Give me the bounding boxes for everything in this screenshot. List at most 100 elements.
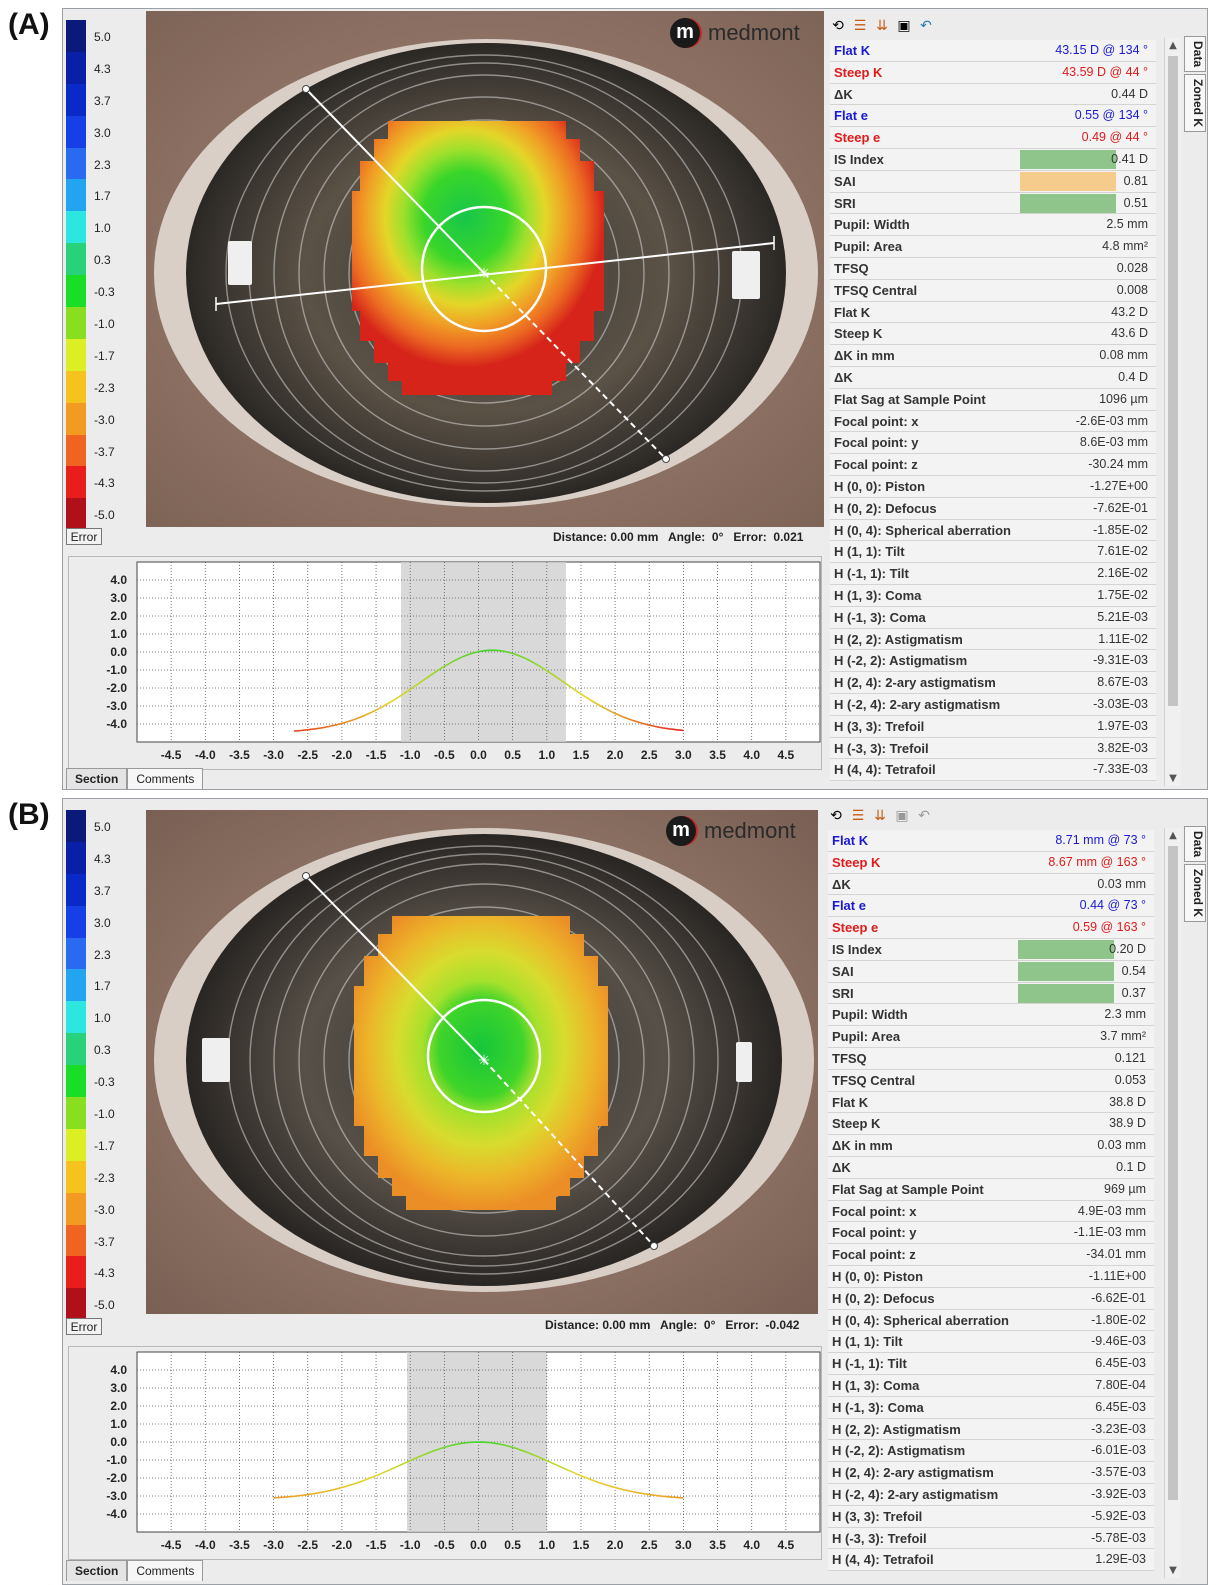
data-row: H (0, 4): Spherical aberration -1.85E-02: [830, 519, 1156, 542]
data-row: Pupil: Width 2.3 mm: [828, 1004, 1154, 1027]
data-row-label: H (0, 0): Piston: [834, 478, 926, 494]
value-highlight: [1020, 171, 1116, 191]
x-tick-label: -1.5: [366, 748, 387, 762]
topography-map[interactable]: ✳: [146, 810, 824, 1314]
x-tick-label: -3.0: [263, 1538, 284, 1552]
tab-section[interactable]: Section: [66, 768, 128, 789]
tab-data[interactable]: Data: [1184, 36, 1206, 73]
scroll-down-icon[interactable]: ▼: [1165, 773, 1181, 784]
scale-step: -2.3: [66, 370, 142, 403]
sort-icon[interactable]: ⇊: [872, 808, 888, 824]
scale-swatch: [66, 969, 86, 1002]
undo-icon[interactable]: ↶: [916, 808, 932, 824]
error-button[interactable]: Error: [66, 1318, 102, 1335]
scroll-up-icon[interactable]: ▲: [1165, 830, 1181, 841]
data-row-value: 0.121: [1114, 1050, 1146, 1065]
tab-zoned-k[interactable]: Zoned K: [1184, 74, 1206, 133]
save-icon[interactable]: ▣: [894, 808, 910, 824]
scale-label: 1.7: [94, 189, 111, 204]
data-row: H (2, 4): 2-ary astigmatism 8.67E-03: [830, 672, 1156, 694]
tab-zoned-k[interactable]: Zoned K: [1184, 864, 1206, 923]
topography-map[interactable]: ✳: [146, 11, 824, 527]
data-row: H (3, 3): Trefoil 1.97E-03: [830, 715, 1156, 738]
data-row-value: 969 µm: [1104, 1181, 1146, 1196]
data-row-value: 1.11E-02: [1098, 631, 1148, 646]
medmont-logo: m medmont: [666, 816, 796, 846]
y-tick-label: 0.0: [110, 1435, 127, 1449]
x-tick-label: -1.0: [400, 748, 421, 762]
data-row-label: H (2, 2): Astigmatism: [832, 1421, 961, 1437]
x-tick-label: 1.5: [573, 1538, 590, 1552]
data-row: H (0, 0): Piston -1.11E+00: [828, 1265, 1154, 1288]
data-row: H (0, 0): Piston -1.27E+00: [830, 475, 1156, 498]
data-row-label: H (-2, 2): Astigmatism: [834, 653, 968, 669]
scale-swatch: [66, 370, 86, 403]
panel-a: (A) 5.0 4.3 3.7 3.0 2.3 1.7 1.0 0.3 -0.3 -1.0 -1.7…: [0, 8, 1222, 792]
svg-text:✳: ✳: [478, 1053, 490, 1069]
list-icon[interactable]: ☰: [850, 808, 866, 824]
x-tick-label: -4.0: [195, 748, 216, 762]
refresh-icon[interactable]: ⟲: [828, 808, 844, 824]
data-row: SAI 0.81: [830, 170, 1156, 193]
list-icon[interactable]: ☰: [852, 18, 868, 34]
data-row-label: H (-2, 4): 2-ary astigmatism: [834, 696, 1001, 712]
data-row-value: 43.2 D: [1111, 304, 1148, 319]
data-row-value: -1.11E+00: [1088, 1268, 1146, 1283]
data-row: Focal point: x -2.6E-03 mm: [830, 410, 1156, 433]
data-row: H (3, 3): Trefoil -5.92E-03: [828, 1505, 1154, 1528]
refresh-icon[interactable]: ⟲: [830, 18, 846, 34]
undo-icon[interactable]: ↶: [918, 18, 934, 34]
scale-step: 2.3: [66, 147, 142, 180]
data-row-label: Pupil: Width: [834, 217, 910, 233]
scroll-up-icon[interactable]: ▲: [1165, 40, 1181, 51]
y-tick-label: 3.0: [110, 591, 127, 605]
data-row: H (1, 1): Tilt -9.46E-03: [828, 1331, 1154, 1354]
scroll-thumb[interactable]: [1168, 846, 1178, 1500]
data-scrollbar[interactable]: ▲ ▼: [1164, 38, 1181, 786]
data-row-label: Pupil: Width: [832, 1007, 908, 1023]
data-row-value: -30.24 mm: [1088, 457, 1148, 472]
data-row: Flat Sag at Sample Point 1096 µm: [830, 388, 1156, 411]
data-row-label: SRI: [834, 195, 856, 211]
data-row-label: Steep K: [832, 854, 881, 870]
data-row-value: 4.8 mm²: [1102, 239, 1148, 254]
x-tick-label: -0.5: [434, 1538, 455, 1552]
data-row-label: H (2, 4): 2-ary astigmatism: [834, 675, 996, 691]
scroll-down-icon[interactable]: ▼: [1165, 1565, 1181, 1576]
x-tick-label: 1.0: [538, 1538, 555, 1552]
scale-label: -3.0: [94, 412, 115, 427]
data-row-value: -3.03E-03: [1093, 696, 1148, 711]
y-tick-label: 1.0: [110, 1417, 127, 1431]
scale-step: -3.0: [66, 402, 142, 435]
scale-step: 3.7: [66, 83, 142, 116]
data-row-value: -1.1E-03 mm: [1073, 1225, 1146, 1240]
tab-data[interactable]: Data: [1184, 826, 1206, 863]
bottom-tabs: Section Comments: [66, 768, 204, 790]
data-row-value: 1.29E-03: [1095, 1552, 1146, 1567]
data-row-label: Flat K: [832, 1094, 869, 1110]
data-row-label: TFSQ Central: [832, 1072, 916, 1088]
tab-section[interactable]: Section: [66, 1560, 128, 1581]
data-row-value: -34.01 mm: [1086, 1247, 1146, 1262]
tab-comments[interactable]: Comments: [127, 768, 204, 789]
error-button[interactable]: Error: [66, 528, 102, 545]
data-row-value: -6.01E-03: [1091, 1443, 1146, 1458]
data-row: H (2, 2): Astigmatism 1.11E-02: [830, 628, 1156, 651]
y-tick-label: -2.0: [106, 1471, 127, 1485]
scale-step: 0.3: [66, 243, 142, 276]
scale-label: -1.0: [94, 1107, 115, 1122]
save-icon[interactable]: ▣: [896, 18, 912, 34]
data-row-value: -3.57E-03: [1091, 1465, 1146, 1480]
data-row: Flat K 8.71 mm @ 73 °: [828, 830, 1154, 852]
section-plot: 4.0 3.0 2.0 1.0 0.0 -1.0 -2.0 -3.0 -4.0 -4.5 -4.0…: [68, 556, 822, 770]
x-tick-label: -1.5: [366, 1538, 387, 1552]
data-row-value: 8.67 mm @ 163 °: [1048, 854, 1146, 869]
scroll-thumb[interactable]: [1168, 56, 1178, 706]
data-scrollbar[interactable]: ▲ ▼: [1164, 828, 1181, 1578]
data-row-value: 0.03 mm: [1097, 1138, 1146, 1153]
data-row-label: SAI: [834, 173, 856, 189]
data-row-value: 0.4 D: [1118, 369, 1148, 384]
tab-comments[interactable]: Comments: [127, 1560, 204, 1581]
data-row-label: Steep e: [832, 920, 879, 936]
sort-icon[interactable]: ⇊: [874, 18, 890, 34]
